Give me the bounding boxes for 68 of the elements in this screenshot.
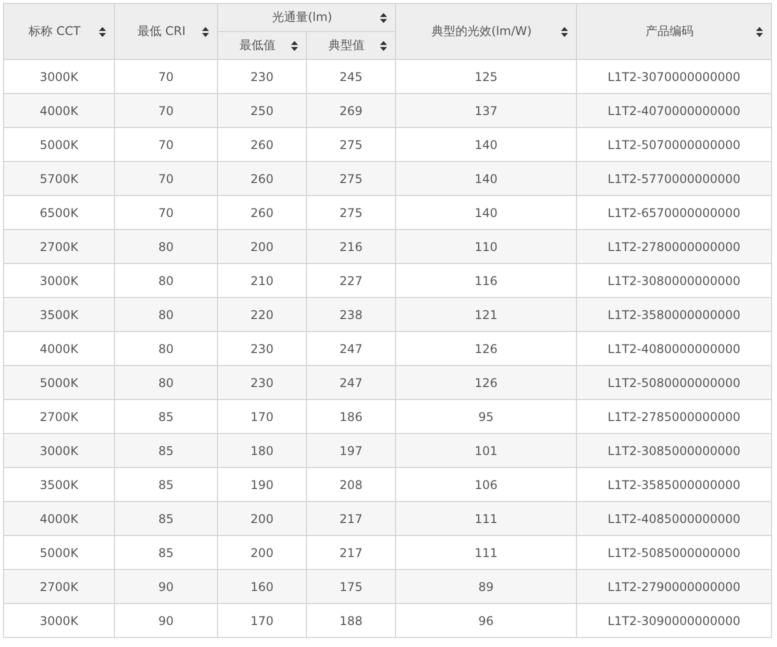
table-cell: 160 bbox=[218, 570, 306, 604]
table-cell: 216 bbox=[306, 230, 396, 264]
column-header[interactable]: 典型值 bbox=[306, 32, 396, 60]
table-cell: 90 bbox=[114, 570, 218, 604]
table-cell: L1T2-2790000000000 bbox=[576, 570, 772, 604]
table-cell: L1T2-3085000000000 bbox=[576, 434, 772, 468]
table-cell: L1T2-5080000000000 bbox=[576, 366, 772, 400]
table-cell: 275 bbox=[306, 162, 396, 196]
table-cell: 5000K bbox=[4, 366, 114, 400]
table-cell: 175 bbox=[306, 570, 396, 604]
table-cell: 80 bbox=[114, 230, 218, 264]
table-cell: L1T2-4070000000000 bbox=[576, 94, 772, 128]
column-header[interactable]: 典型的光效(lm/W) bbox=[396, 4, 577, 60]
sort-icon[interactable] bbox=[99, 26, 106, 36]
column-header[interactable]: 标称 CCT bbox=[4, 4, 114, 60]
table-cell: 140 bbox=[396, 162, 577, 196]
table-cell: L1T2-2780000000000 bbox=[576, 230, 772, 264]
table-cell: 80 bbox=[114, 298, 218, 332]
table-cell: 111 bbox=[396, 502, 577, 536]
table-cell: 3000K bbox=[4, 434, 114, 468]
column-header[interactable]: 最低值 bbox=[218, 32, 306, 60]
table-cell: L1T2-3090000000000 bbox=[576, 604, 772, 638]
table-cell: 269 bbox=[306, 94, 396, 128]
table-cell: L1T2-5770000000000 bbox=[576, 162, 772, 196]
table-cell: 260 bbox=[218, 162, 306, 196]
sort-icon[interactable] bbox=[561, 26, 568, 36]
table-cell: 2700K bbox=[4, 570, 114, 604]
table-cell: 217 bbox=[306, 502, 396, 536]
table-cell: 238 bbox=[306, 298, 396, 332]
table-cell: 101 bbox=[396, 434, 577, 468]
table-cell: 3500K bbox=[4, 298, 114, 332]
table-cell: 4000K bbox=[4, 502, 114, 536]
table-cell: 85 bbox=[114, 434, 218, 468]
table-cell: 247 bbox=[306, 366, 396, 400]
table-cell: 3000K bbox=[4, 604, 114, 638]
table-cell: 220 bbox=[218, 298, 306, 332]
table-cell: 70 bbox=[114, 162, 218, 196]
table-cell: L1T2-3580000000000 bbox=[576, 298, 772, 332]
table-cell: 188 bbox=[306, 604, 396, 638]
table-cell: 126 bbox=[396, 366, 577, 400]
table-cell: 200 bbox=[218, 230, 306, 264]
table-cell: 110 bbox=[396, 230, 577, 264]
sort-icon[interactable] bbox=[291, 40, 298, 50]
column-header[interactable]: 最低 CRI bbox=[114, 4, 218, 60]
sort-icon[interactable] bbox=[380, 40, 388, 50]
table-cell: 230 bbox=[218, 366, 306, 400]
table-cell: 137 bbox=[396, 94, 577, 128]
table-cell: 121 bbox=[396, 298, 577, 332]
column-header[interactable]: 光通量(lm) bbox=[218, 4, 396, 32]
table-cell: 197 bbox=[306, 434, 396, 468]
table-cell: L1T2-4085000000000 bbox=[576, 502, 772, 536]
table-cell: 70 bbox=[114, 94, 218, 128]
table-cell: 200 bbox=[218, 502, 306, 536]
table-cell: 80 bbox=[114, 366, 218, 400]
table-cell: 250 bbox=[218, 94, 306, 128]
table-cell: 180 bbox=[218, 434, 306, 468]
table-cell: 89 bbox=[396, 570, 577, 604]
table-cell: 85 bbox=[114, 502, 218, 536]
column-header[interactable]: 产品编码 bbox=[576, 4, 772, 60]
table-cell: 170 bbox=[218, 604, 306, 638]
sort-icon[interactable] bbox=[380, 12, 388, 22]
sort-icon[interactable] bbox=[756, 26, 764, 36]
table-cell: 5700K bbox=[4, 162, 114, 196]
table-cell: 96 bbox=[396, 604, 577, 638]
table-cell: 90 bbox=[114, 604, 218, 638]
table-cell: 2700K bbox=[4, 230, 114, 264]
table-cell: 4000K bbox=[4, 94, 114, 128]
sort-icon[interactable] bbox=[202, 26, 209, 36]
